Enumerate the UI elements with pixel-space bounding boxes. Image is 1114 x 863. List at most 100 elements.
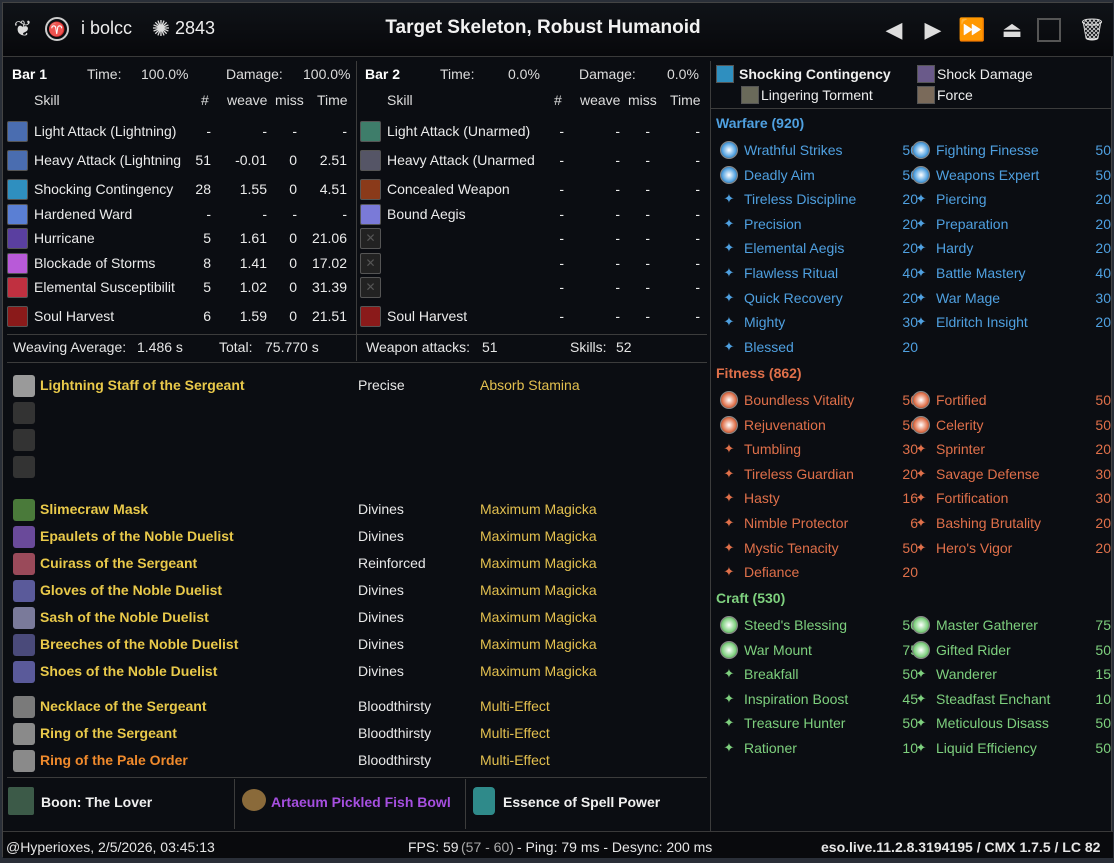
skill-row: Blockade of Storms 8 1.41 0 17.02	[7, 252, 353, 276]
next-fight-icon[interactable]: ▶	[918, 15, 948, 45]
skill-time: -	[695, 123, 700, 139]
header-bar: ❦ ♈ i bolcc ✺ 2843 Target Skeleton, Robu…	[3, 3, 1113, 57]
col-skill: Skill	[387, 92, 413, 108]
skill-count: 5	[203, 279, 211, 295]
gear-trait: Reinforced	[358, 555, 426, 571]
skill-count: 8	[203, 255, 211, 271]
cp-star-row: Weapons Expert 50	[912, 165, 1111, 187]
cp-star-icon: ✦	[723, 289, 735, 305]
gear-ench: Maximum Magicka	[480, 609, 597, 625]
cp-star-icon: ✦	[915, 265, 927, 280]
cp-star-row: War Mount 75	[720, 640, 918, 662]
skill-weave: -	[615, 279, 620, 295]
cp-star-icon	[720, 640, 738, 659]
skill-weave: -	[615, 255, 620, 271]
cp-star-name: Deadly Aim	[744, 166, 815, 183]
gear-ench: Maximum Magicka	[480, 501, 597, 517]
cp-star-name: Mighty	[744, 314, 786, 331]
cp-star-row: ✦ Meticulous Disass 50	[912, 713, 1111, 735]
cp-star-name: Preparation	[936, 215, 1009, 232]
cp-star-icon: ✦	[915, 515, 927, 530]
cp-star-icon	[912, 165, 930, 184]
skill-count: -	[559, 206, 564, 222]
last-fight-icon[interactable]: ⏩	[957, 15, 987, 45]
skill-miss: -	[645, 206, 650, 222]
cp-star-icon: ✦	[723, 441, 735, 457]
boon-label: Boon: The Lover	[41, 794, 153, 810]
skill-weave: -	[262, 206, 267, 222]
skill-count: -	[206, 206, 211, 222]
cp-star-row: ✦ Precision 20	[720, 214, 918, 236]
cp-star-icon: ✦	[915, 690, 927, 706]
skill-row: Heavy Attack (Unarmed - - - -	[360, 149, 706, 173]
cp-star-name: Piercing	[936, 191, 987, 208]
bar1-damage-label: Damage:	[226, 66, 283, 82]
cp-star-value: 40	[1095, 265, 1111, 281]
skill-miss: 0	[289, 279, 297, 295]
col-skill: Skill	[34, 92, 60, 108]
bar2-damage: 0.0%	[667, 66, 699, 82]
gear-ench: Multi-Effect	[480, 698, 550, 714]
gear-row: Gloves of the Noble Duelist Divines Maximu…	[13, 578, 703, 602]
cp-star-row: ✦ Tireless Guardian 20	[720, 464, 918, 486]
cp-value: 2843	[175, 18, 216, 38]
cp-star-value: 30	[1095, 465, 1111, 482]
skill-icon	[360, 306, 381, 327]
cp-star-value: 20	[902, 338, 918, 355]
cp-star-icon	[912, 616, 930, 634]
cp-star-icon: ✦	[723, 215, 735, 231]
buff-divider	[234, 779, 235, 829]
gear-trait: Divines	[358, 501, 404, 517]
cp-star-icon	[912, 391, 930, 409]
skill-miss: -	[645, 230, 650, 246]
cp-star-icon: ✦	[915, 191, 927, 207]
cp-star-name: Fighting Finesse	[936, 142, 1039, 158]
gear-divider	[7, 362, 707, 363]
cp-star-icon: ✦	[723, 338, 735, 354]
lingering-torment-icon	[741, 86, 759, 104]
skill-time: -	[695, 181, 700, 197]
gear-row: Shoes of the Noble Duelist Divines Maximum…	[13, 659, 703, 683]
cp-star-row: ✦ Bashing Brutality 20	[912, 513, 1111, 535]
cp-star-icon: ✦	[723, 740, 735, 755]
skill-name: Concealed Weapon	[387, 181, 510, 197]
cp-star-icon	[720, 391, 738, 409]
cp-star-row: ✦ Inspiration Boost 45	[720, 689, 918, 711]
skill-miss: 0	[289, 308, 297, 324]
cp-star-row: Boundless Vitality 50	[720, 390, 918, 412]
target-title: Target Skeleton, Robust Humanoid	[385, 17, 701, 38]
cp-star-row: ✦ Rationer 10	[720, 738, 918, 760]
cp-star-row: ✦ Defiance 20	[720, 562, 918, 584]
skill-row: Concealed Weapon - - - -	[360, 178, 706, 202]
skill-row: Hurricane 5 1.61 0 21.06	[7, 227, 353, 251]
gear-row	[13, 427, 703, 451]
cp-star-name: Hardy	[936, 240, 974, 257]
right-item-3: Lingering Torment	[761, 87, 873, 103]
skill-time: -	[695, 279, 700, 295]
gear-row	[13, 400, 703, 424]
skill-miss: 0	[289, 230, 297, 246]
skill-name: Light Attack (Lightning)	[34, 123, 177, 139]
cp-star-row: ✦ Fortification 30	[912, 488, 1111, 510]
cp-star-row: ✦ Sprinter 20	[912, 439, 1111, 461]
upload-icon[interactable]: ⏏	[997, 15, 1027, 45]
gear-ench: Maximum Magicka	[480, 663, 597, 679]
gear-icon	[13, 526, 35, 548]
skill-weave: -	[615, 181, 620, 197]
skill-count: -	[559, 279, 564, 295]
gear-trait: Divines	[358, 663, 404, 679]
cp-star-name: Fortified	[936, 392, 987, 408]
export-icon[interactable]	[1037, 18, 1061, 42]
skill-name: Blockade of Storms	[34, 255, 156, 271]
weaving-label: Weaving Average:	[13, 339, 127, 355]
trash-icon[interactable]: 🗑	[1077, 15, 1107, 45]
gear-row: Cuirass of the Sergeant Reinforced Maximum…	[13, 551, 703, 575]
fitness-title: Fitness (862)	[716, 365, 802, 381]
cp-star-name: Blessed	[744, 338, 794, 355]
cp-star-row: Celerity 50	[912, 415, 1111, 437]
cp-star-row: ✦ Mighty 30	[720, 312, 918, 334]
skill-name: Shocking Contingency	[34, 181, 174, 197]
gear-ench: Multi-Effect	[480, 752, 550, 768]
previous-fight-icon[interactable]: ◀	[879, 15, 909, 45]
cp-star-icon: ✦	[723, 191, 735, 207]
